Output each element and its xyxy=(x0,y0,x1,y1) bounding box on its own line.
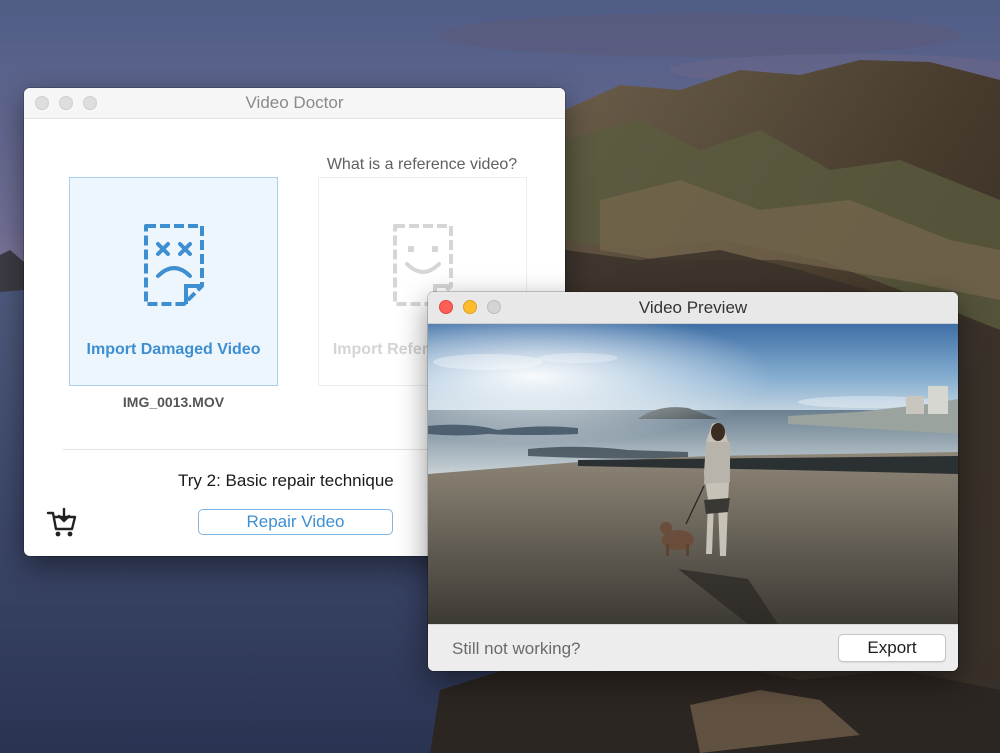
export-button[interactable]: Export xyxy=(838,634,946,662)
preview-window-controls xyxy=(439,300,501,314)
shopping-cart-icon[interactable] xyxy=(46,507,78,544)
doctor-titlebar[interactable]: Video Doctor xyxy=(24,88,565,119)
zoom-window-button[interactable] xyxy=(487,300,501,314)
import-damaged-video-card[interactable]: Import Damaged Video xyxy=(69,177,278,386)
video-preview-frame[interactable] xyxy=(428,324,958,624)
reference-video-help-link[interactable]: What is a reference video? xyxy=(322,156,522,174)
preview-titlebar[interactable]: Video Preview xyxy=(428,292,958,324)
damaged-file-name: IMG_0013.MOV xyxy=(122,394,225,410)
repair-video-button[interactable]: Repair Video xyxy=(198,509,393,535)
import-damaged-video-label: Import Damaged Video xyxy=(86,341,261,358)
zoom-window-button[interactable] xyxy=(83,96,97,110)
minimize-window-button[interactable] xyxy=(463,300,477,314)
video-preview-window: Video Preview Still not working? Export xyxy=(428,292,958,671)
close-window-button[interactable] xyxy=(439,300,453,314)
preview-footer: Still not working? Export xyxy=(428,624,958,671)
window-title: Video Preview xyxy=(638,297,748,317)
still-not-working-link[interactable]: Still not working? xyxy=(452,639,581,659)
sad-document-icon xyxy=(142,222,206,313)
repair-attempt-text: Try 2: Basic repair technique xyxy=(178,471,394,490)
close-window-button[interactable] xyxy=(35,96,49,110)
window-title: Video Doctor xyxy=(245,93,344,112)
minimize-window-button[interactable] xyxy=(59,96,73,110)
doctor-window-controls xyxy=(35,96,97,110)
